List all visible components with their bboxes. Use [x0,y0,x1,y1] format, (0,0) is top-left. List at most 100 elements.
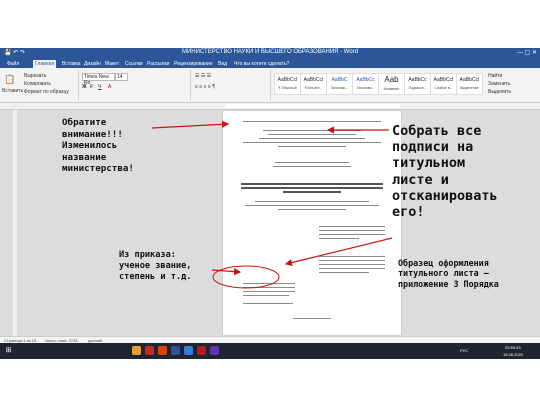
annotation-ministry-name: Обратите внимание!!! Изменилось название… [62,117,134,174]
style-name: ¶ Обычный [278,86,297,90]
font-name-combo[interactable]: Times New Ro [82,73,115,86]
italic-button[interactable]: К [90,84,93,90]
styles-group: AaBbCcI ¶ Обычный AaBbCcI ¶ Без инт... AaB… [272,70,483,100]
style-sample: AaBbC [331,77,348,83]
window-title: МИНИСТЕРСТВО НАУКИ И ВЫСШЕГО ОБРАЗОВАНИЯ… [181,49,359,55]
doc-line [243,303,293,305]
doc-line [259,138,365,140]
doc-line [243,142,381,144]
style-name: Заголово... [330,86,349,90]
style-name: Заголово... [356,86,375,90]
find-button[interactable]: Найти [488,73,502,79]
bullets-icon[interactable]: ☰ ☰ ☰ [195,73,211,79]
cut-button[interactable]: Вырезать [24,73,46,79]
tab-file[interactable]: Файл [5,60,21,68]
style-normal[interactable]: AaBbCcI ¶ Обычный [274,73,301,95]
doc-line [319,260,385,262]
select-button[interactable]: Выделить [488,89,511,95]
font-size-combo[interactable]: 14 [115,73,128,81]
style-emphasis[interactable]: AaBbCcI Выделение [456,73,483,95]
paste-button[interactable]: Вставить [2,88,23,94]
doc-line [319,226,385,228]
doc-line [319,264,385,266]
vertical-ruler[interactable] [13,110,17,336]
paste-icon[interactable]: 📋 [4,74,15,85]
doc-line-city-year [293,318,331,320]
tab-references[interactable]: Ссылки [123,60,145,68]
font-color-icon[interactable]: A [108,84,111,90]
annotation-collect-signatures: Собрать все подписи на титульном листе и… [392,123,498,221]
annotation-academic-title: Из приказа: ученое звание, степень и т.д… [119,250,192,282]
word-taskbar-icon[interactable] [171,346,180,355]
doc-line [319,256,385,258]
doc-line [273,166,351,168]
style-title[interactable]: Aab Название [378,73,405,95]
app-icon[interactable] [184,346,193,355]
doc-line-approval [243,283,295,285]
doc-line [263,130,361,132]
tray-language[interactable]: РУС [460,348,468,353]
style-sample: AaBbCc [408,77,427,83]
style-name: Название [383,87,400,91]
doc-line [319,234,385,236]
replace-button[interactable]: Заменить [488,81,510,87]
tab-insert[interactable]: Вставка [60,60,83,68]
format-painter-button[interactable]: Формат по образцу [24,89,69,95]
title-bar: 💾 ↶ ↷ МИНИСТЕРСТВО НАУКИ И ВЫСШЕГО ОБРАЗ… [0,48,540,59]
explorer-icon[interactable] [132,346,141,355]
doc-line-thesis-title [283,191,341,193]
doc-line [268,134,356,136]
style-no-spacing[interactable]: AaBbCcI ¶ Без инт... [300,73,327,95]
horizontal-ruler[interactable] [0,103,540,110]
tab-mailings[interactable]: Рассылки [145,60,171,68]
tab-layout[interactable]: Макет [103,60,121,68]
tab-design[interactable]: Дизайн [82,60,103,68]
style-name: ¶ Без инт... [304,86,323,90]
tab-home[interactable]: Главная [33,60,57,68]
doc-line-ministry [243,121,381,123]
align-icon[interactable]: ≡ ≡ ≡ ≡ ¶ [195,84,215,90]
start-icon[interactable]: ⊞ [4,346,13,355]
doc-line [278,209,346,211]
font-group: Times New Ro 14 Ж К Ч A [80,70,191,100]
doc-line [243,291,295,293]
app-icon[interactable] [145,346,154,355]
style-name: Слабое в... [434,86,453,90]
doc-line [319,268,385,270]
style-sample: AaBbCcI [277,77,298,83]
tab-view[interactable]: Вид [216,60,229,68]
doc-line-thesis-title [241,183,383,185]
style-subtle-emphasis[interactable]: AaBbCcI Слабое в... [430,73,457,95]
copy-button[interactable]: Копировать [24,81,51,87]
document-page[interactable] [223,111,401,335]
tray-time[interactable]: 22:50:43 [505,345,521,350]
tell-me-search[interactable]: Что вы хотите сделать? [232,60,291,68]
window-controls[interactable]: — ▢ ✕ [517,49,537,56]
style-heading-2[interactable]: AaBbCc Заголово... [352,73,379,95]
doc-line [245,205,379,207]
bold-button[interactable]: Ж [82,84,87,90]
ruler-text-area [225,104,400,108]
ribbon: 📋 Вставить Вырезать Копировать Формат по… [0,68,540,103]
doc-line [243,295,289,297]
doc-line [275,162,349,164]
doc-line [278,146,346,148]
underline-button[interactable]: Ч [98,84,101,90]
tab-review[interactable]: Рецензирование [172,60,215,68]
app-icon[interactable] [158,346,167,355]
app-icon[interactable] [197,346,206,355]
paragraph-group: ☰ ☰ ☰ ≡ ≡ ≡ ≡ ¶ [192,70,271,100]
clipboard-group: 📋 Вставить Вырезать Копировать Формат по… [2,70,79,100]
editing-group: Найти Заменить Выделить [484,70,538,100]
doc-line [243,287,295,289]
style-sample: AaBbCc [356,77,375,83]
annotation-title-page-sample: Образец оформления титульного листа – пр… [398,258,499,289]
app-icon[interactable] [210,346,219,355]
tray-date[interactable]: 15.06.2020 [503,352,523,357]
doc-line-thesis-title [241,187,383,189]
style-sample: Aab [384,75,399,84]
doc-line [319,230,385,232]
style-subtitle[interactable]: AaBbCc Подзагол... [404,73,431,95]
ribbon-tabs: Файл Главная Вставка Дизайн Макет Ссылки… [0,59,540,68]
style-heading-1[interactable]: AaBbC Заголово... [326,73,353,95]
